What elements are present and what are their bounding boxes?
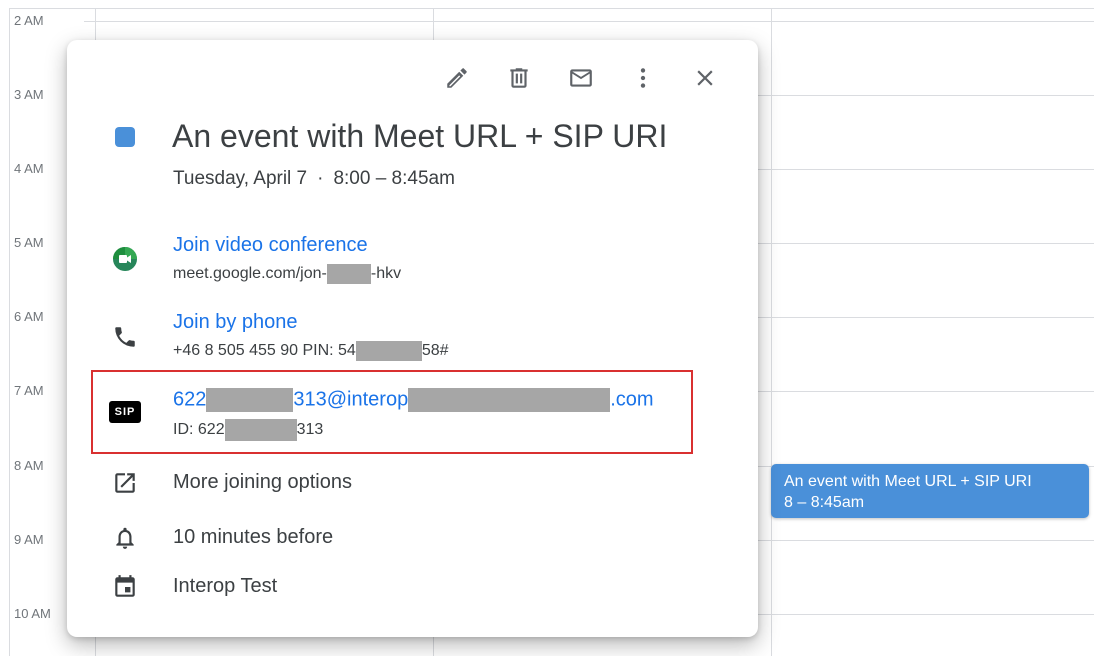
event-color-indicator xyxy=(115,127,135,147)
hour-label-8am: 8 AM xyxy=(14,458,44,473)
hour-label-5am: 5 AM xyxy=(14,235,44,250)
reminder-text: 10 minutes before xyxy=(173,526,334,548)
sip-uri-part-2: 313@interop xyxy=(293,388,409,411)
redaction-block xyxy=(206,388,294,412)
event-details-popup: An event with Meet URL + SIP URI Tuesday… xyxy=(67,40,758,637)
hour-label-9am: 9 AM xyxy=(14,532,44,547)
redaction-block xyxy=(408,388,611,412)
sip-id: ID: 622 313 xyxy=(173,419,323,441)
event-date-time: Tuesday, April 7 · 8:00 – 8:45am xyxy=(173,168,455,190)
grid-left-border xyxy=(9,8,10,656)
hour-label-4am: 4 AM xyxy=(14,161,44,176)
hour-label-10am: 10 AM xyxy=(14,606,51,621)
delete-event-button[interactable] xyxy=(488,60,550,96)
join-by-phone-link[interactable]: Join by phone xyxy=(173,311,298,334)
close-icon xyxy=(697,70,713,86)
event-time: 8:00 – 8:45am xyxy=(333,168,455,189)
redaction-block xyxy=(326,264,371,284)
redaction-block xyxy=(355,341,422,361)
event-date: Tuesday, April 7 xyxy=(173,168,308,189)
day-column-divider xyxy=(771,8,772,656)
phone-number-suffix: 58# xyxy=(421,342,449,360)
more-vert-icon xyxy=(640,68,646,88)
hour-label-3am: 3 AM xyxy=(14,87,44,102)
grid-top-line xyxy=(9,8,1094,9)
more-joining-options-link[interactable]: More joining options xyxy=(173,471,352,494)
hour-label-7am: 7 AM xyxy=(14,383,44,398)
sip-highlight-box xyxy=(91,370,693,454)
event-title: An event with Meet URL + SIP URI xyxy=(172,118,668,154)
trash-icon xyxy=(510,68,528,88)
sip-uri-part-1: 622 xyxy=(173,388,207,411)
sip-uri-part-3: .com xyxy=(610,388,654,411)
close-button[interactable] xyxy=(674,60,736,96)
sip-id-prefix: ID: 622 xyxy=(173,421,225,439)
edit-event-button[interactable] xyxy=(426,60,488,96)
calendar-icon xyxy=(112,574,138,600)
meet-url-prefix: meet.google.com/jon- xyxy=(173,265,327,283)
bell-icon xyxy=(112,525,138,551)
event-chip-time: 8 – 8:45am xyxy=(784,494,865,511)
phone-number-prefix: +46 8 505 455 90 PIN: 54 xyxy=(173,342,356,360)
sip-icon: SIP xyxy=(109,401,141,423)
redaction-block xyxy=(224,419,297,441)
hour-label-2am: 2 AM xyxy=(14,13,44,28)
open-in-new-icon xyxy=(112,470,138,496)
hour-line xyxy=(84,21,1094,22)
date-time-separator: · xyxy=(317,168,324,189)
phone-number: +46 8 505 455 90 PIN: 54 58# xyxy=(173,341,449,361)
calendar-name: Interop Test xyxy=(173,575,278,597)
popup-toolbar xyxy=(426,60,736,96)
meet-url-suffix: -hkv xyxy=(370,265,402,283)
meet-url: meet.google.com/jon- -hkv xyxy=(173,264,401,284)
email-guests-button[interactable] xyxy=(550,60,612,96)
phone-icon xyxy=(112,324,138,350)
event-chip-title: An event with Meet URL + SIP URI xyxy=(784,473,1032,490)
sip-id-suffix: 313 xyxy=(296,421,324,439)
sip-uri-link[interactable]: 622 313@interop .com xyxy=(173,388,654,412)
envelope-icon xyxy=(570,69,592,87)
pencil-icon xyxy=(447,68,467,88)
hour-label-6am: 6 AM xyxy=(14,309,44,324)
more-options-button[interactable] xyxy=(612,60,674,96)
calendar-event-chip[interactable]: An event with Meet URL + SIP URI 8 – 8:4… xyxy=(771,464,1089,518)
meet-logo-icon xyxy=(112,246,138,272)
join-video-conference-link[interactable]: Join video conference xyxy=(173,234,368,257)
